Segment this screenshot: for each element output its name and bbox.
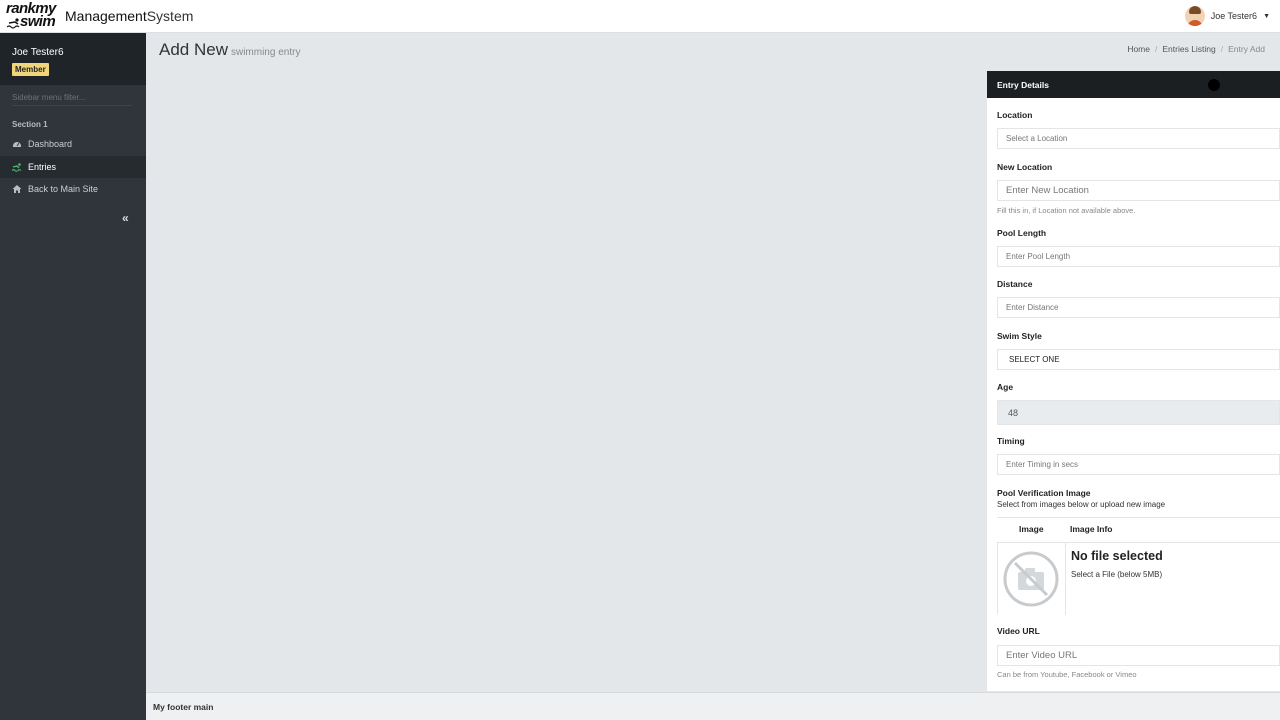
column-divider — [1065, 543, 1066, 615]
breadcrumb-entries-listing[interactable]: Entries Listing — [1162, 44, 1215, 54]
breadcrumb-separator: / — [1155, 44, 1158, 54]
timing-label: Timing — [997, 436, 1025, 446]
sidebar-collapse-icon[interactable]: « — [122, 211, 129, 225]
sidebar-item-label: Entries — [28, 162, 57, 172]
video-url-label: Video URL — [997, 626, 1040, 636]
swimmer-logo-icon — [7, 18, 20, 29]
breadcrumb-entry-add: Entry Add — [1228, 44, 1265, 54]
logo-text-line2: swim — [20, 13, 56, 30]
new-location-label: New Location — [997, 162, 1053, 172]
location-label: Location — [997, 110, 1033, 120]
swim-style-value: SELECT ONE — [1009, 355, 1060, 364]
video-url-help: Can be from Youtube, Facebook or Vimeo — [997, 670, 1137, 679]
top-header: rankmy swim ManagementSystem Joe Tester6… — [0, 0, 1280, 33]
image-column-header: Image — [1019, 524, 1044, 534]
app-title: ManagementSystem — [65, 8, 193, 24]
new-location-help: Fill this in, if Location not available … — [997, 206, 1136, 215]
member-badge: Member — [12, 63, 49, 76]
sidebar: Joe Tester6 Member Section 1 Dashboard E… — [0, 33, 146, 720]
sidebar-item-label: Back to Main Site — [28, 184, 99, 194]
breadcrumb-separator: / — [1220, 44, 1224, 54]
swim-style-label: Swim Style — [997, 331, 1042, 341]
app-title-system: System — [146, 8, 194, 24]
pool-image-label: Pool Verification Image — [997, 488, 1091, 498]
sidebar-item-dashboard[interactable]: Dashboard — [0, 133, 146, 155]
sidebar-user-block: Joe Tester6 Member — [0, 33, 146, 85]
table-row: No file selected Select a File (below 5M… — [997, 542, 1280, 615]
pool-image-help: Select from images below or upload new i… — [997, 500, 1166, 509]
age-field: 48 — [997, 400, 1280, 425]
breadcrumb-home[interactable]: Home — [1127, 44, 1150, 54]
pool-length-label: Pool Length — [997, 228, 1047, 238]
distance-input[interactable] — [997, 297, 1280, 318]
sidebar-user-name: Joe Tester6 — [12, 47, 64, 58]
age-label: Age — [997, 382, 1014, 392]
image-info-column-header: Image Info — [1070, 524, 1113, 534]
entry-details-panel: Entry Details Location New Location Fill… — [987, 71, 1280, 691]
footer-text: My footer main — [153, 702, 214, 712]
panel-header: Entry Details — [987, 71, 1280, 98]
age-value: 48 — [1008, 407, 1019, 418]
user-menu-name[interactable]: Joe Tester6 — [1211, 11, 1257, 21]
swim-style-select[interactable]: SELECT ONE — [997, 349, 1280, 370]
app-title-management: Management — [65, 8, 147, 24]
distance-label: Distance — [997, 279, 1033, 289]
timing-input[interactable] — [997, 454, 1280, 475]
no-file-selected-text: No file selected — [1071, 549, 1163, 563]
location-select[interactable] — [997, 128, 1280, 149]
home-icon — [12, 185, 22, 193]
sidebar-item-label: Dashboard — [28, 139, 73, 149]
breadcrumb: Home / Entries Listing / Entry Add — [1127, 44, 1265, 54]
swimmer-icon — [12, 163, 22, 172]
user-menu[interactable]: Joe Tester6 ▼ — [1184, 5, 1270, 27]
sidebar-section-title: Section 1 — [12, 120, 48, 129]
no-image-placeholder-icon[interactable] — [1003, 551, 1059, 607]
video-url-input[interactable] — [997, 645, 1280, 666]
caret-down-icon[interactable]: ▼ — [1263, 13, 1270, 20]
page-title: Add New swimming entry — [159, 40, 300, 60]
pool-image-table: Image Image Info No file selected Select… — [997, 517, 1280, 615]
rankmyswim-logo[interactable]: rankmy swim — [6, 0, 63, 31]
sidebar-filter-input[interactable] — [12, 90, 132, 106]
select-file-link[interactable]: Select a File (below 5MB) — [1071, 570, 1162, 579]
page-subtitle: swimming entry — [230, 47, 301, 58]
avatar[interactable] — [1184, 6, 1205, 26]
loading-indicator — [1208, 79, 1220, 91]
new-location-input[interactable] — [997, 180, 1280, 201]
dashboard-icon — [13, 142, 21, 147]
panel-title: Entry Details — [997, 80, 1049, 90]
page-title-text: Add New — [159, 40, 228, 59]
pool-length-input[interactable] — [997, 246, 1280, 267]
sidebar-item-entries[interactable]: Entries — [0, 156, 146, 178]
footer: My footer main — [146, 692, 1280, 720]
sidebar-item-back-to-main-site[interactable]: Back to Main Site — [0, 178, 146, 200]
